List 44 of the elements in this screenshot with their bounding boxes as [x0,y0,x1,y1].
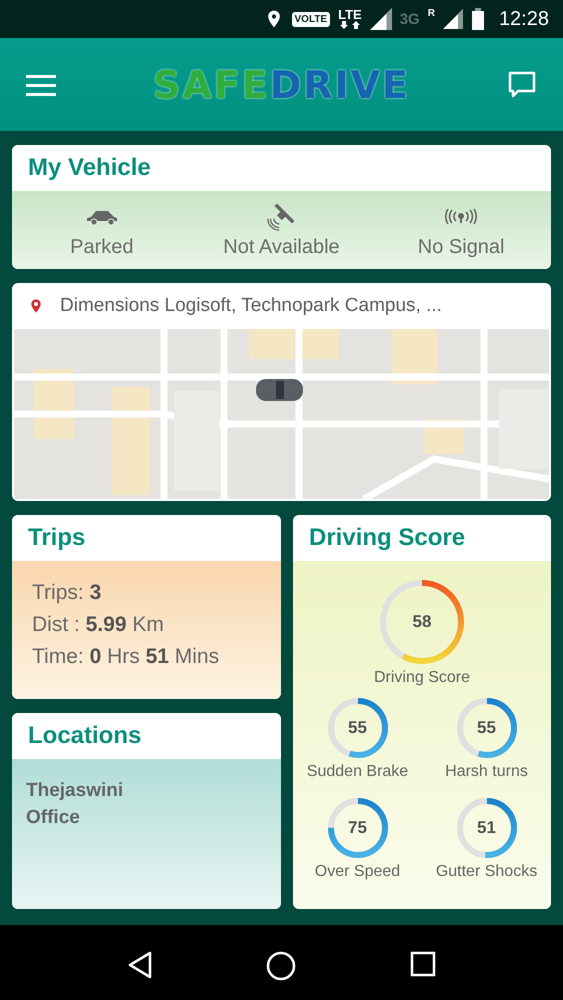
gauge-label: Harsh turns [445,763,528,781]
menu-button[interactable] [26,74,56,96]
app-logo: SAFE DRIVE [152,62,410,106]
gauge-value: 75 [347,818,368,838]
menu-icon [26,74,56,96]
battery-icon [470,8,485,30]
card-title: Driving Score [309,524,466,552]
trip-stat: Dist : 5.99 Km [32,613,165,637]
network-type-secondary: 3G [400,10,420,28]
recents-icon [410,951,436,977]
status-label: Not Available [223,236,340,258]
status-label: Parked [70,236,134,258]
trip-stat: Trips: 3 [32,581,102,605]
status-label: No Signal [418,236,504,258]
network-type: LTE [338,9,362,21]
roaming-indicator: R [428,8,435,19]
volte-badge: VOLTE [292,12,330,26]
home-icon [266,951,296,981]
gauge-value: 55 [347,718,368,738]
gauge-label: Driving Score [374,669,470,687]
car-icon [84,208,119,224]
gauge-label: Over Speed [314,863,400,881]
back-button[interactable] [126,951,153,979]
gauge-value: 58 [412,612,432,632]
card-title: Trips [28,524,86,552]
home-button[interactable] [266,951,296,981]
recents-button[interactable] [410,951,436,977]
address-text: Dimensions Logisoft, Technopark Campus, ... [60,295,442,317]
signal-icon [442,8,463,30]
gauge-value: 55 [476,718,497,738]
gauge-label: Gutter Shocks [436,863,538,881]
chat-button[interactable] [506,70,537,100]
trip-stat: Time: 0 Hrs 51 Mins [32,645,220,669]
card-title: Locations [28,722,142,750]
gauge-label: Sudden Brake [306,763,408,781]
card-title: My Vehicle [28,154,151,182]
signal-icon [370,8,392,30]
back-icon [126,951,153,979]
location-item[interactable]: Thejaswini Office [26,777,136,831]
gauge-value: 51 [476,818,497,838]
chat-icon [506,70,537,100]
clock: 12:28 [498,8,549,30]
broadcast-icon [445,208,478,224]
data-arrows-icon [340,21,360,29]
